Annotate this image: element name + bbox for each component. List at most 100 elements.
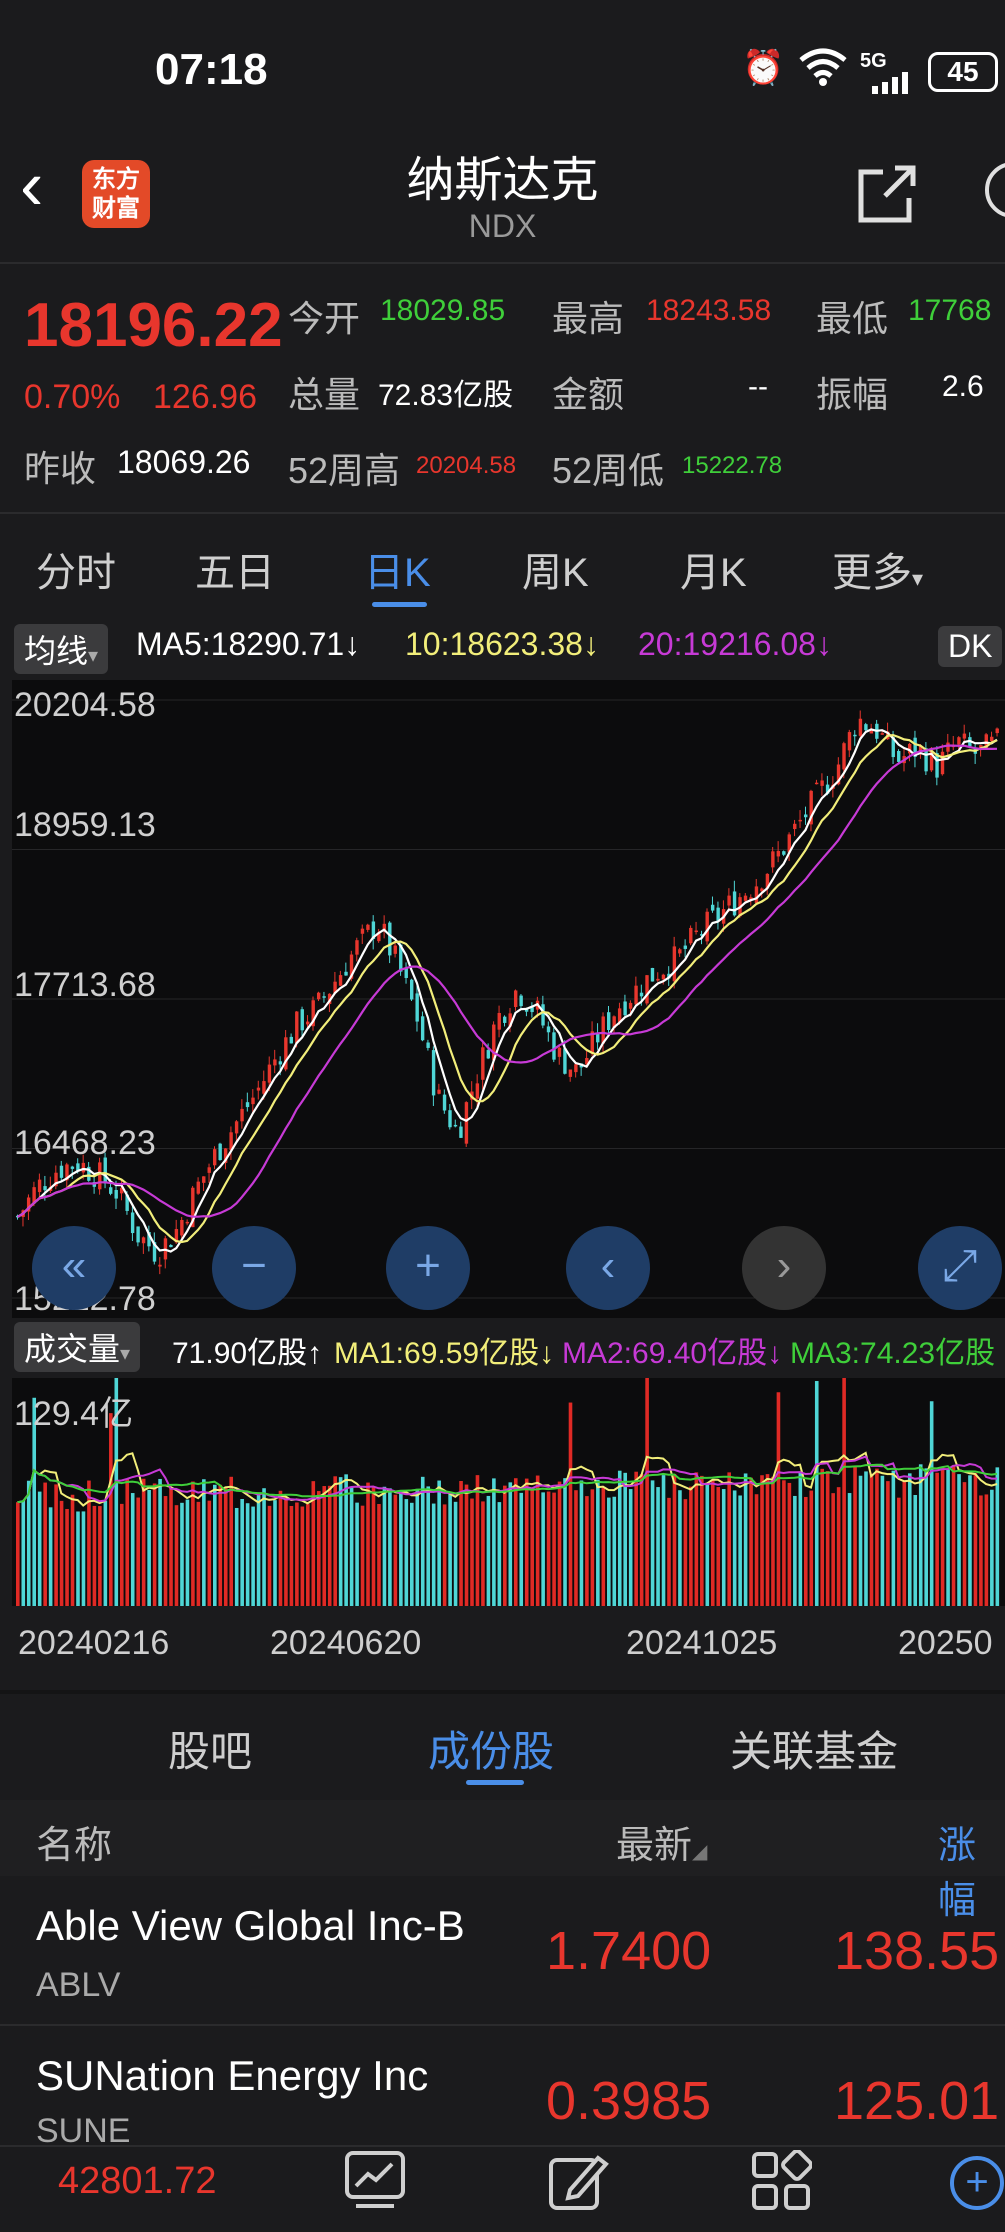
volume-bar — [103, 1500, 108, 1606]
candle — [793, 823, 797, 830]
candle — [366, 924, 370, 930]
grid-icon[interactable] — [750, 2149, 813, 2217]
kline-chart[interactable] — [12, 680, 1005, 1318]
volume-bar — [174, 1505, 179, 1606]
edit-icon[interactable] — [548, 2150, 610, 2217]
candle — [486, 1050, 491, 1059]
candle — [847, 732, 852, 751]
candle — [180, 1219, 184, 1236]
candle — [639, 992, 644, 997]
ma5-value: MA5:18290.71↓ — [136, 626, 361, 662]
volume-bar — [940, 1467, 945, 1606]
volume-bar — [661, 1475, 666, 1606]
candle — [897, 750, 901, 762]
column-latest[interactable]: 最新◢ — [616, 1814, 707, 1869]
share-icon — [858, 165, 916, 223]
volume-bar — [612, 1496, 617, 1606]
volume-bar — [716, 1487, 721, 1606]
volume-bar — [957, 1474, 961, 1606]
volume-bar — [300, 1506, 305, 1606]
volume-bar — [689, 1486, 693, 1606]
volume-bar — [990, 1489, 994, 1606]
status-bar — [0, 0, 1005, 130]
volume-bar — [180, 1502, 184, 1606]
ticker-price[interactable]: 42801.72 — [58, 2160, 217, 2203]
candle — [213, 1149, 217, 1166]
volume-current: 71.90亿股↑ — [172, 1337, 323, 1370]
tab-intraday[interactable]: 分时 — [36, 540, 116, 598]
tab-forum[interactable]: 股吧 — [168, 1718, 252, 1779]
tab-constituents[interactable]: 成份股 — [428, 1718, 554, 1779]
candle — [453, 1124, 458, 1127]
volume-bar — [322, 1486, 327, 1606]
volume-bar — [185, 1499, 190, 1606]
volume-selector-label: 成交量 — [24, 1331, 121, 1367]
open-label: 今开 — [288, 298, 361, 339]
volume-bar — [902, 1480, 907, 1606]
prev-close-label: 昨收 — [24, 448, 97, 489]
tab-related-funds[interactable]: 关联基金 — [730, 1718, 898, 1779]
volume-bar — [738, 1495, 742, 1606]
indicator-button[interactable]: DK — [938, 626, 1003, 667]
ma-selector[interactable]: 均线▾ — [14, 624, 109, 674]
date-label: 20241025 — [626, 1624, 778, 1662]
zoom-in-button[interactable]: + — [386, 1226, 470, 1310]
volume-bar — [125, 1479, 130, 1606]
volume-bar — [585, 1496, 589, 1606]
stock-code: ABLV — [36, 1966, 121, 2004]
tab-daily-k[interactable]: 日K — [364, 540, 431, 598]
stock-change: 138.55 — [834, 1921, 1000, 1981]
scroll-right-button[interactable]: › — [742, 1226, 826, 1310]
volume-bar — [158, 1478, 162, 1606]
volume-bar — [962, 1482, 967, 1606]
volume-bar — [645, 1376, 649, 1606]
candle — [645, 975, 649, 1004]
candle — [694, 930, 698, 933]
volume-selector[interactable]: 成交量▾ — [14, 1322, 141, 1372]
price-axis-label: 17713.68 — [14, 966, 156, 1004]
zoom-out-button[interactable]: − — [212, 1226, 296, 1310]
volume-bar — [568, 1402, 573, 1606]
volume-bar — [70, 1494, 75, 1606]
volume-bar — [415, 1488, 420, 1606]
candle — [946, 742, 950, 752]
tab-weekly-k[interactable]: 周K — [522, 540, 589, 598]
candle — [563, 1048, 567, 1074]
volume-bar — [43, 1482, 47, 1606]
candle — [683, 945, 688, 949]
volume-bar — [213, 1484, 217, 1606]
volume-bar — [710, 1480, 715, 1606]
candle — [114, 1189, 118, 1199]
candle — [388, 922, 392, 956]
add-watchlist-icon[interactable]: + — [950, 2156, 1004, 2210]
candle — [360, 928, 365, 934]
volume-bar — [743, 1473, 748, 1606]
stock-name: SUNation Energy Inc — [36, 2052, 429, 2099]
amount-value: -- — [748, 370, 768, 403]
tab-five-day[interactable]: 五日 — [195, 540, 275, 598]
candle — [481, 1047, 485, 1080]
scroll-left-button[interactable]: ‹ — [566, 1226, 650, 1310]
scroll-start-button[interactable]: « — [32, 1226, 116, 1310]
candle — [393, 945, 397, 954]
chart-icon[interactable] — [344, 2150, 406, 2217]
volume-bar — [486, 1495, 491, 1606]
candle — [202, 1176, 206, 1183]
volume-bar — [448, 1493, 452, 1606]
volume-bar — [798, 1471, 803, 1606]
amount-label: 金额 — [552, 374, 625, 415]
kline-svg — [12, 699, 1005, 1299]
volume-bar — [787, 1482, 792, 1606]
volume-chart[interactable] — [12, 1357, 1005, 1606]
date-label: 20240620 — [270, 1624, 422, 1662]
volume-bar — [705, 1483, 710, 1606]
share-button[interactable] — [855, 162, 919, 231]
volume-bar — [21, 1500, 26, 1606]
candle — [185, 1221, 190, 1224]
volume-bar — [420, 1476, 425, 1606]
volume-bar — [453, 1501, 458, 1606]
tab-monthly-k[interactable]: 月K — [680, 540, 747, 598]
tab-more[interactable]: 更多▾ — [832, 540, 923, 598]
volume-bar — [628, 1489, 633, 1606]
fullscreen-button[interactable]: ⤢ — [918, 1226, 1002, 1310]
